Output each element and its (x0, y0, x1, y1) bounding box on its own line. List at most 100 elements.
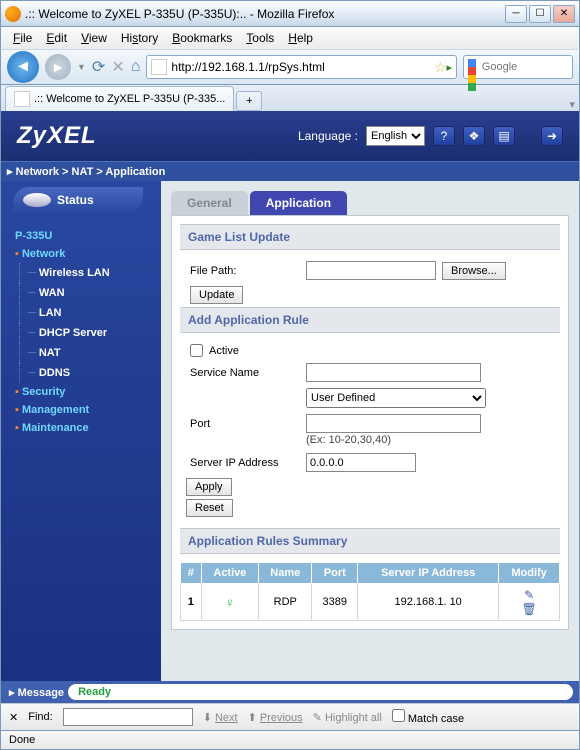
server-ip-input[interactable] (306, 453, 416, 472)
reset-button[interactable]: Reset (186, 499, 233, 517)
url-input[interactable] (167, 60, 434, 74)
th-active: Active (201, 563, 258, 584)
find-close-button[interactable]: ✕ (9, 711, 18, 724)
new-tab-button[interactable]: + (236, 91, 262, 111)
url-bar[interactable]: ☆ ▸ (146, 55, 457, 79)
find-previous-button[interactable]: ⬆ Previous (248, 711, 303, 724)
port-label: Port (190, 418, 300, 430)
browser-tabbar: .:: Welcome to ZyXEL P-335U (P-335... + … (0, 85, 580, 111)
logout-button[interactable]: ➜ (541, 126, 563, 146)
tab-application[interactable]: Application (250, 191, 347, 215)
browse-button[interactable]: Browse... (442, 262, 506, 280)
back-button[interactable]: ◄ (7, 51, 39, 83)
search-input[interactable] (482, 61, 568, 73)
find-bar: ✕ Find: ⬇ Next ⬆ Previous ✎ Highlight al… (0, 703, 580, 731)
active-checkbox[interactable] (190, 344, 203, 357)
google-icon (468, 59, 482, 75)
sidebar-item-wan[interactable]: WAN (19, 283, 161, 303)
cell-name: RDP (259, 584, 312, 621)
menu-history[interactable]: History (115, 29, 164, 47)
search-box[interactable] (463, 55, 573, 79)
sidebar-section-management[interactable]: Management (15, 401, 161, 419)
tab-icon (14, 91, 30, 107)
sidebar-item-wireless-lan[interactable]: Wireless LAN (19, 263, 161, 283)
bulb-icon: ♀ (225, 595, 235, 610)
minimize-button[interactable]: ─ (505, 5, 527, 23)
bookmark-star-icon[interactable]: ☆ (434, 59, 447, 76)
close-button[interactable]: ✕ (553, 5, 575, 23)
reload-button[interactable]: ⟳ (92, 57, 105, 77)
message-label: Message (1, 686, 68, 699)
menu-view[interactable]: View (75, 29, 113, 47)
file-path-input[interactable] (306, 261, 436, 280)
find-label: Find: (28, 711, 52, 723)
stop-button[interactable]: ✕ (111, 57, 124, 77)
find-next-button[interactable]: ⬇ Next (203, 711, 238, 724)
cell-modify: ✎ 🗑 (499, 584, 560, 621)
rules-table: # Active Name Port Server IP Address Mod… (180, 562, 560, 621)
wizard-button[interactable]: ❖ (463, 126, 485, 146)
sidebar-item-ddns[interactable]: DDNS (19, 363, 161, 383)
help-button[interactable]: ? (433, 126, 455, 146)
service-name-label: Service Name (190, 367, 300, 379)
file-path-label: File Path: (190, 265, 300, 277)
match-case-label[interactable]: Match case (392, 709, 464, 725)
details-button[interactable]: ▤ (493, 126, 515, 146)
sidebar-root[interactable]: P-335U (15, 227, 161, 245)
sidebar-item-nat[interactable]: NAT (19, 343, 161, 363)
port-hint: (Ex: 10-20,30,40) (180, 434, 560, 446)
service-select[interactable]: User Defined (306, 388, 486, 408)
browser-tab[interactable]: .:: Welcome to ZyXEL P-335U (P-335... (5, 86, 234, 111)
update-button[interactable]: Update (190, 286, 243, 304)
th-name: Name (259, 563, 312, 584)
sidebar-section-security[interactable]: Security (15, 383, 161, 401)
service-name-input[interactable] (306, 363, 481, 382)
forward-button[interactable]: ► (45, 54, 71, 80)
edit-icon[interactable]: ✎ (503, 588, 555, 602)
sidebar: Status P-335U Network Wireless LAN WAN L… (1, 181, 161, 681)
menu-file[interactable]: File (7, 29, 38, 47)
section-summary: Application Rules Summary (180, 528, 560, 554)
port-input[interactable] (306, 414, 481, 433)
navigation-toolbar: ◄ ► ▼ ⟳ ✕ ⌂ ☆ ▸ (0, 49, 580, 85)
match-case-checkbox[interactable] (392, 709, 405, 722)
highlight-all-button[interactable]: ✎ Highlight all (313, 711, 382, 724)
cell-active: ♀ (201, 584, 258, 621)
statusbar: Done (0, 731, 580, 750)
find-input[interactable] (63, 708, 193, 726)
menu-tools[interactable]: Tools (240, 29, 280, 47)
sidebar-status[interactable]: Status (13, 187, 143, 213)
breadcrumb: Network > NAT > Application (1, 161, 579, 181)
tab-general[interactable]: General (171, 191, 248, 215)
menu-edit[interactable]: Edit (40, 29, 73, 47)
go-button[interactable]: ▸ (446, 61, 452, 74)
sidebar-item-dhcp-server[interactable]: DHCP Server (19, 323, 161, 343)
firefox-icon (5, 6, 21, 22)
tab-list-button[interactable]: ▾ (569, 98, 575, 111)
language-label: Language : (298, 129, 358, 143)
server-ip-label: Server IP Address (190, 457, 300, 469)
maximize-button[interactable]: ☐ (529, 5, 551, 23)
apply-button[interactable]: Apply (186, 478, 232, 496)
table-row: 1 ♀ RDP 3389 192.168.1. 10 ✎ 🗑 (181, 584, 560, 621)
router-icon (23, 193, 51, 207)
home-button[interactable]: ⌂ (131, 58, 141, 76)
th-modify: Modify (499, 563, 560, 584)
zyxel-logo: ZyXEL (17, 122, 97, 150)
menubar: File Edit View History Bookmarks Tools H… (0, 27, 580, 49)
cell-port: 3389 (312, 584, 358, 621)
menu-help[interactable]: Help (282, 29, 319, 47)
site-icon (151, 59, 167, 75)
menu-bookmarks[interactable]: Bookmarks (166, 29, 238, 47)
cell-ip: 192.168.1. 10 (358, 584, 499, 621)
active-label: Active (209, 345, 239, 357)
language-select[interactable]: English (366, 126, 425, 146)
message-value: Ready (68, 684, 573, 700)
sidebar-section-network[interactable]: Network (15, 245, 161, 263)
window-titlebar: .:: Welcome to ZyXEL P-335U (P-335U):.. … (0, 0, 580, 27)
th-num: # (181, 563, 202, 584)
sidebar-item-lan[interactable]: LAN (19, 303, 161, 323)
sidebar-section-maintenance[interactable]: Maintenance (15, 419, 161, 437)
delete-icon[interactable]: 🗑 (503, 602, 555, 616)
cell-num: 1 (181, 584, 202, 621)
